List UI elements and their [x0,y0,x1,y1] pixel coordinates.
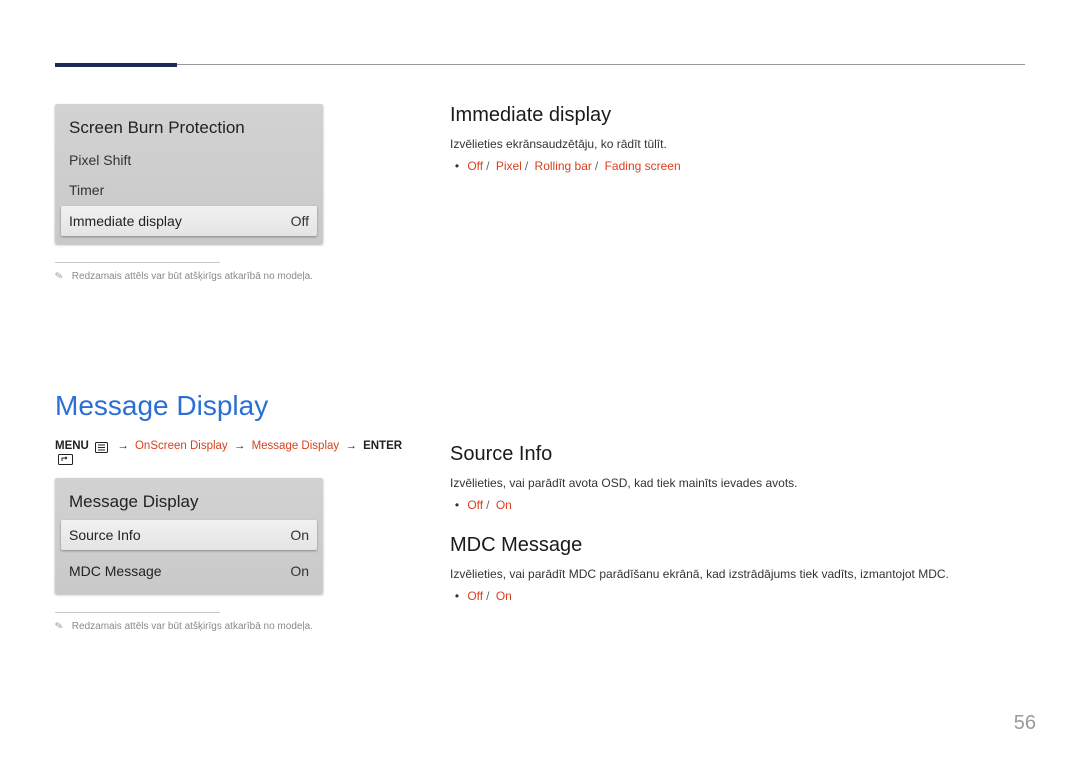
opt: Pixel [496,159,522,173]
note-divider [55,262,220,263]
right-column: Immediate display Izvēlieties ekrānsaudz… [450,104,1025,632]
header-rule [55,64,1025,68]
desc-immediate-display: Izvēlieties ekrānsaudzētāju, ko rādīt tū… [450,137,1025,151]
desc-mdc-message: Izvēlieties, vai parādīt MDC parādīšanu … [450,567,1025,581]
panel-item-label: MDC Message [61,556,170,586]
crumb-enter: ENTER [363,440,402,452]
panel-item-value: Off [283,206,317,236]
heading-immediate-display: Immediate display [450,104,1025,127]
enter-box-icon [58,454,73,466]
opt: On [496,589,512,603]
menu-box-icon [95,442,108,454]
opt: Rolling bar [535,159,592,173]
arrow-icon: → [231,440,249,452]
options-mdc-message: • Off/ On [450,589,1025,603]
heading-source-info: Source Info [450,443,1025,466]
left-column: Screen Burn Protection Pixel Shift Timer… [55,104,450,632]
panel-title: Message Display [55,478,323,520]
panel-title: Screen Burn Protection [55,104,323,146]
panel-screen-burn-protection: Screen Burn Protection Pixel Shift Timer… [55,104,323,244]
footnote-text: Redzamais attēls var būt atšķirīgs atkar… [72,271,313,282]
desc-source-info: Izvēlieties, vai parādīt avota OSD, kad … [450,476,1025,490]
panel-message-display: Message Display Source Info On MDC Messa… [55,478,323,594]
bullet-icon: • [450,159,464,173]
panel-item-timer: Timer [55,176,323,206]
page-number: 56 [1014,712,1036,735]
panel-item-immediate-display: Immediate display Off [61,206,317,236]
opt: On [496,498,512,512]
header-accent-bar [55,63,177,67]
bullet-icon: • [450,589,464,603]
options-immediate-display: • Off/ Pixel/ Rolling bar/ Fading screen [450,159,1025,173]
breadcrumb: MENU → OnScreen Display → Message Displa… [55,440,418,464]
pencil-icon: ✎ [54,620,66,633]
crumb-message-display: Message Display [252,440,340,452]
crumb-menu: MENU [55,440,89,452]
panel-item-source-info: Source Info On [61,520,317,550]
arrow-icon: → [342,440,360,452]
page-body: Screen Burn Protection Pixel Shift Timer… [55,64,1025,632]
panel-item-mdc-message: MDC Message On [61,556,317,586]
opt: Off [467,159,483,173]
pencil-icon: ✎ [54,270,66,283]
bullet-icon: • [450,498,464,512]
footnote: ✎ Redzamais attēls var būt atšķirīgs atk… [55,621,418,632]
heading-message-display: Message Display [55,390,418,422]
panel-item-value: On [282,556,317,586]
opt: Off [467,498,483,512]
arrow-icon: → [114,440,132,452]
panel-item-label: Source Info [61,520,149,550]
panel-item-value: On [282,520,317,550]
opt: Fading screen [605,159,681,173]
crumb-onscreen-display: OnScreen Display [135,440,228,452]
opt: Off [467,589,483,603]
panel-item-label: Immediate display [61,206,190,236]
options-source-info: • Off/ On [450,498,1025,512]
heading-mdc-message: MDC Message [450,534,1025,557]
note-divider [55,612,220,613]
footnote-text: Redzamais attēls var būt atšķirīgs atkar… [72,621,313,632]
footnote: ✎ Redzamais attēls var būt atšķirīgs atk… [55,271,418,282]
panel-item-pixel-shift: Pixel Shift [55,146,323,176]
